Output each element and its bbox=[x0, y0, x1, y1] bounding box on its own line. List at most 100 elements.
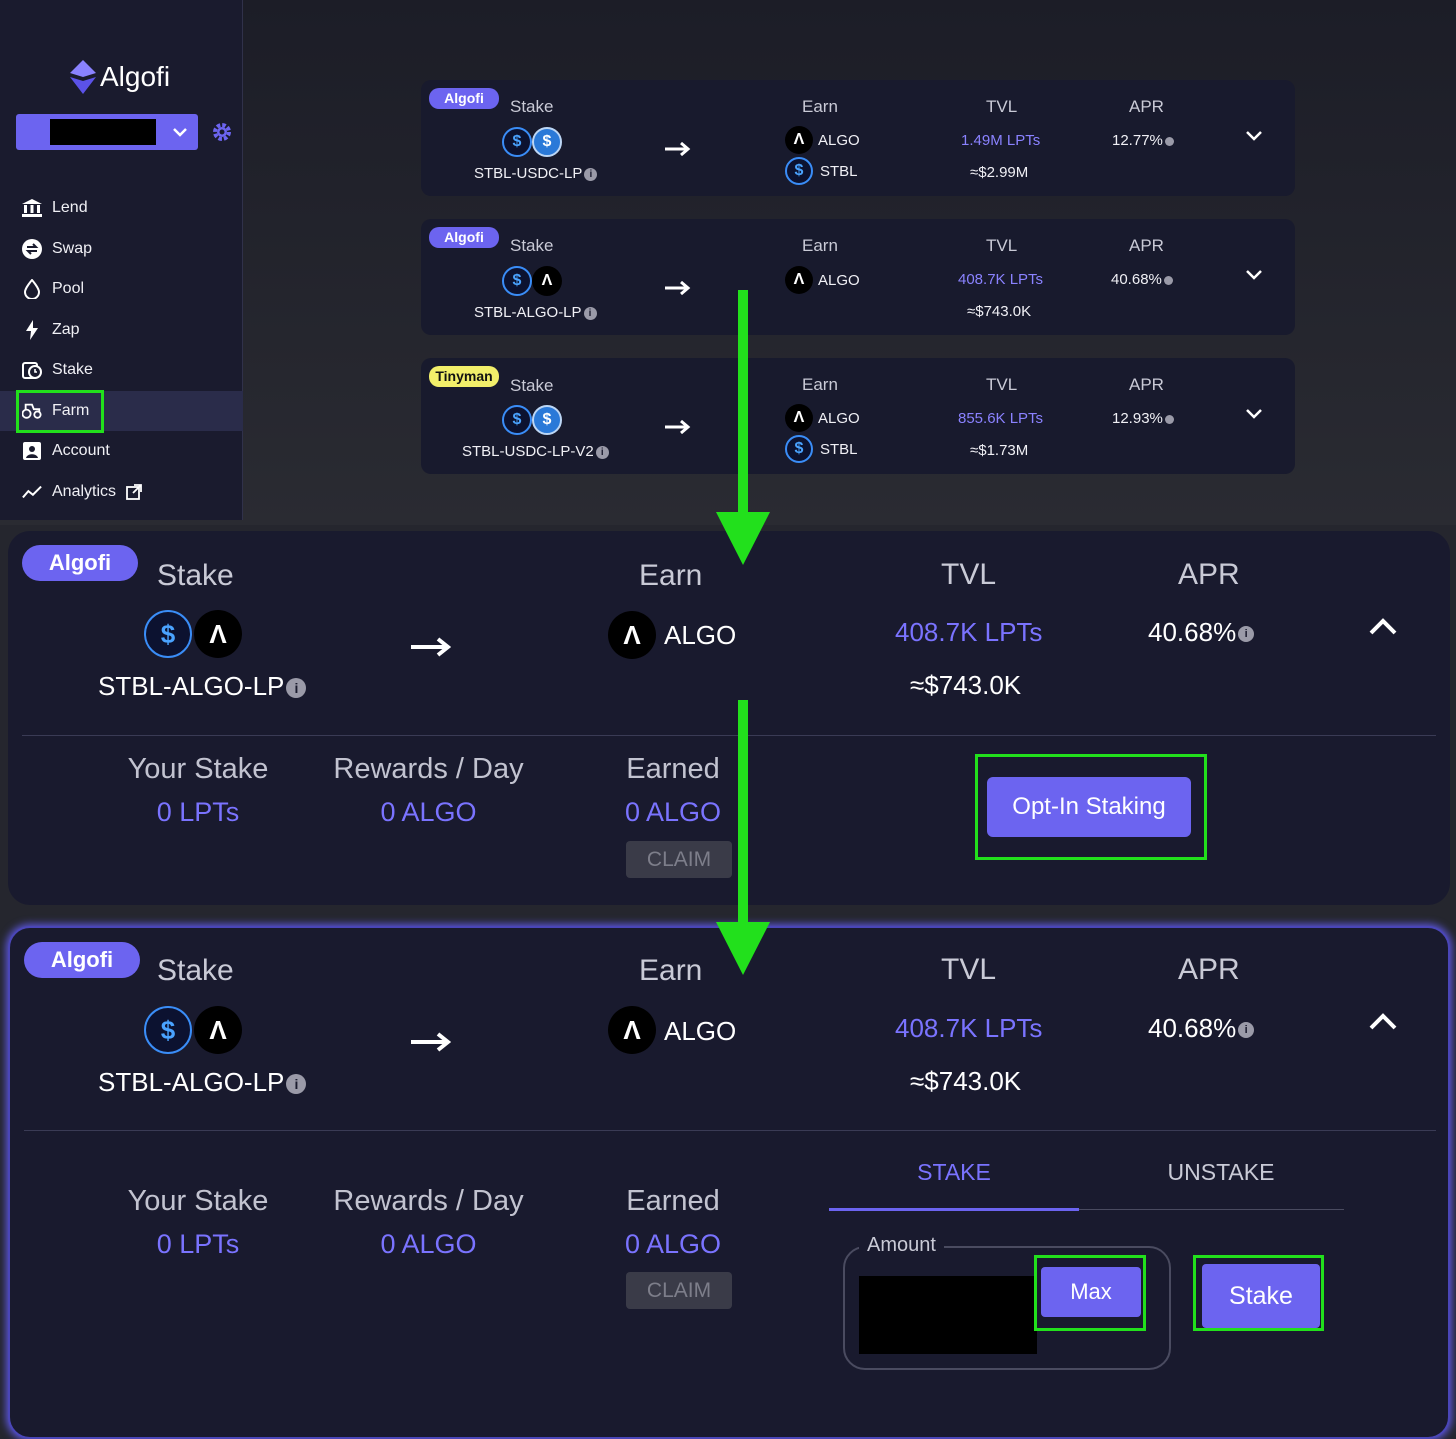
platform-badge: Algofi bbox=[24, 942, 140, 978]
your-stake-label: Your Stake bbox=[127, 753, 269, 785]
tvl-usd: ≈$743.0K bbox=[967, 303, 1032, 320]
apr-value: 40.68% bbox=[1148, 617, 1237, 647]
tvl-lpts: 408.7K LPTs bbox=[895, 617, 1043, 647]
info-icon[interactable]: i bbox=[595, 445, 609, 459]
chart-icon bbox=[22, 482, 42, 502]
logo[interactable]: Algofi bbox=[70, 60, 170, 94]
pair-name: STBL-USDC-LP bbox=[474, 165, 583, 182]
earn-token: ALGO bbox=[664, 1016, 737, 1046]
sidebar-item-label: Swap bbox=[52, 239, 93, 257]
apr-value: 12.93% bbox=[1112, 410, 1163, 427]
info-icon[interactable] bbox=[1163, 275, 1173, 285]
sidebar-item-label: Pool bbox=[52, 280, 85, 298]
guide-arrow-2 bbox=[716, 700, 770, 975]
earn-label: Earn bbox=[802, 97, 838, 116]
usdc-icon: $ bbox=[532, 127, 562, 157]
tvl-label: TVL bbox=[941, 953, 997, 986]
farm-card[interactable]: Algofi Stake $ Λ STBL-ALGO-LP i Earn Λ AL… bbox=[421, 219, 1295, 335]
claim-button[interactable]: CLAIM bbox=[626, 1272, 732, 1309]
earn-token: ALGO bbox=[664, 620, 737, 650]
earn-token: ALGO bbox=[818, 410, 860, 427]
info-icon[interactable] bbox=[1164, 136, 1174, 146]
earn-label: Earn bbox=[639, 954, 703, 987]
apr-label: APR bbox=[1178, 953, 1240, 986]
tvl-usd: ≈$2.99M bbox=[970, 164, 1029, 181]
pair-name-row: STBL-USDC-LP i bbox=[474, 165, 598, 182]
clock-icon bbox=[22, 360, 42, 380]
apr-value: 12.77% bbox=[1112, 132, 1163, 149]
apr-label: APR bbox=[1129, 236, 1164, 255]
sidebar-item-account[interactable]: Account bbox=[0, 431, 243, 472]
stbl-icon: $ bbox=[785, 157, 813, 185]
chevron-down-icon[interactable] bbox=[1245, 130, 1263, 142]
platform-badge: Algofi bbox=[22, 545, 138, 581]
bolt-icon bbox=[22, 319, 42, 340]
arrow-right-icon bbox=[665, 420, 691, 434]
drop-icon bbox=[22, 279, 42, 300]
arrow-right-icon bbox=[411, 1032, 451, 1052]
apr-label: APR bbox=[1129, 375, 1164, 394]
your-stake-value: 0 LPTs bbox=[156, 1229, 240, 1259]
account-icon bbox=[22, 441, 42, 461]
opt-in-highlight bbox=[975, 754, 1207, 860]
sidebar-item-pool[interactable]: Pool bbox=[0, 269, 243, 310]
pair-name-row: STBL-ALGO-LP i bbox=[98, 1067, 307, 1098]
arrow-right-icon bbox=[411, 637, 451, 657]
algo-icon: Λ bbox=[785, 126, 813, 154]
sidebar-item-lend[interactable]: Lend bbox=[0, 188, 243, 229]
algo-icon: Λ bbox=[785, 266, 813, 294]
sidebar-item-zap[interactable]: Zap bbox=[0, 310, 243, 351]
tab-unstake[interactable]: UNSTAKE bbox=[1096, 1159, 1346, 1186]
stbl-icon: $ bbox=[144, 610, 192, 658]
stake-label: Stake bbox=[510, 97, 554, 116]
algo-icon: Λ bbox=[194, 610, 242, 658]
amount-input-redacted[interactable] bbox=[859, 1276, 1037, 1354]
info-icon[interactable]: i bbox=[286, 1074, 307, 1095]
divider bbox=[24, 1130, 1436, 1131]
info-icon[interactable]: i bbox=[583, 306, 597, 320]
apr-label: APR bbox=[1129, 97, 1164, 116]
tvl-lpts: 855.6K LPTs bbox=[958, 410, 1044, 427]
platform-badge: Tinyman bbox=[429, 366, 499, 387]
apr-row: 12.93% bbox=[1112, 410, 1174, 427]
earned-label: Earned bbox=[626, 1185, 720, 1217]
apr-row: 40.68% i bbox=[1148, 1013, 1255, 1044]
tvl-label: TVL bbox=[986, 97, 1018, 116]
tvl-usd: ≈$743.0K bbox=[910, 670, 1022, 700]
rewards-value: 0 ALGO bbox=[380, 797, 477, 827]
guide-arrow-1 bbox=[716, 290, 770, 565]
farm-card[interactable]: Tinyman Stake $ $ STBL-USDC-LP-V2 i Earn … bbox=[421, 358, 1295, 474]
chevron-up-icon[interactable] bbox=[1368, 617, 1398, 635]
earn-token: ALGO bbox=[818, 132, 860, 149]
earn-label: Earn bbox=[802, 375, 838, 394]
algo-icon: Λ bbox=[608, 611, 656, 659]
tvl-lpts: 408.7K LPTs bbox=[895, 1013, 1043, 1043]
chevron-up-icon[interactable] bbox=[1368, 1012, 1398, 1030]
stbl-icon: $ bbox=[502, 405, 532, 435]
earn-token: STBL bbox=[820, 163, 858, 180]
info-icon[interactable]: i bbox=[1238, 1022, 1255, 1039]
info-icon[interactable]: i bbox=[1238, 626, 1255, 643]
rewards-value: 0 ALGO bbox=[380, 1229, 477, 1259]
info-icon[interactable]: i bbox=[584, 167, 598, 181]
chevron-down-icon[interactable] bbox=[1245, 408, 1263, 420]
pair-name: STBL-ALGO-LP bbox=[98, 671, 285, 701]
tab-stake[interactable]: STAKE bbox=[829, 1159, 1079, 1186]
gear-icon[interactable] bbox=[210, 120, 234, 144]
stbl-icon: $ bbox=[785, 435, 813, 463]
info-icon[interactable]: i bbox=[286, 678, 307, 699]
wallet-selector[interactable] bbox=[16, 114, 198, 150]
sidebar-item-swap[interactable]: Swap bbox=[0, 229, 243, 270]
sidebar-item-analytics[interactable]: Analytics bbox=[0, 472, 243, 513]
tvl-label: TVL bbox=[986, 375, 1018, 394]
apr-value: 40.68% bbox=[1111, 271, 1162, 288]
platform-badge: Algofi bbox=[429, 227, 499, 248]
stake-farm-card: Algofi Stake $ Λ STBL-ALGO-LP i Earn Λ AL… bbox=[8, 926, 1450, 1439]
farm-card[interactable]: Algofi Stake $ $ STBL-USDC-LP i Earn Λ AL… bbox=[421, 80, 1295, 196]
chevron-down-icon[interactable] bbox=[1245, 269, 1263, 281]
sidebar-nav: Lend Swap Pool Zap Stake Farm Account An… bbox=[0, 188, 243, 512]
sidebar-item-stake[interactable]: Stake bbox=[0, 350, 243, 391]
stake-label: Stake bbox=[157, 559, 234, 592]
info-icon[interactable] bbox=[1164, 414, 1174, 424]
tvl-label: TVL bbox=[941, 558, 997, 591]
